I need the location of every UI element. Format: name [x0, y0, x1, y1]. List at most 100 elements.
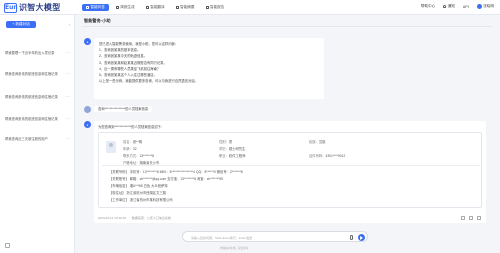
- answer-message: 为您查询到*************的人员档案信息如下： 姓名：张**明 性别：…: [94, 121, 486, 223]
- more-icon[interactable]: ···: [65, 94, 70, 99]
- answer-time: 2024-05-12 10:30:28: [98, 216, 126, 220]
- field-value: 4301****9012: [325, 154, 346, 158]
- field-key: 年龄：: [123, 147, 133, 151]
- bot-avatar: ●: [84, 38, 91, 45]
- page-title: 智能警务·小助: [84, 18, 111, 24]
- field-key: 姓名：: [123, 140, 133, 144]
- more-icon[interactable]: ···: [65, 136, 70, 141]
- top-bar: Eun 识智大模型 智能问答 简报生成 智能翻译 智能摘要 智能报告 帮助中心 …: [0, 0, 500, 15]
- answer-source: 数据来源：公安人口信息系统: [131, 216, 171, 220]
- info-row: 【关联号码】 手机号：13********8 IMEI：8***********…: [109, 170, 243, 174]
- history-text: 帮我查询张伟的航班信息和住宿记录: [5, 72, 58, 76]
- field-key: 职业：: [219, 154, 229, 158]
- intro-message: 您已进入智能警务使用，我是小助，您可以这样问我： 1、查询张某某的基本信息。 2…: [94, 38, 324, 99]
- field-sex: 性别：男: [219, 139, 232, 144]
- copy-icon[interactable]: [461, 216, 465, 220]
- history-text: 帮我整理一下近半年的出入境记录: [5, 51, 55, 55]
- user-question: 查询****************的人员档案信息: [94, 106, 153, 112]
- profile-photo: [106, 141, 116, 153]
- history-item[interactable]: 帮我查询张伟的航班信息和住宿记录 ···: [5, 94, 70, 99]
- field-value: 男: [228, 140, 233, 144]
- divider: [102, 165, 480, 166]
- top-tabs: 智能问答 简报生成 智能翻译 智能摘要 智能报告: [82, 4, 228, 11]
- settings-icon[interactable]: [5, 243, 10, 248]
- info-row: 【关联账号】 邮箱：zh*******@qq.com 支付宝：13*******…: [109, 177, 224, 181]
- field-value: 汉族: [318, 140, 326, 144]
- doc-icon: [115, 6, 119, 9]
- divider: [82, 26, 492, 27]
- user-avatar: [84, 106, 91, 113]
- more-icon[interactable]: ···: [65, 116, 70, 121]
- history-item[interactable]: 帮我查询张伟的航班信息和住宿记录 ···: [5, 116, 70, 121]
- field-value: 软件工程师: [228, 154, 246, 158]
- field-edu: 学历：硕士研究生: [219, 146, 245, 151]
- field-value: 硕士研究生: [228, 147, 246, 151]
- field-key: 性别：: [219, 140, 229, 144]
- tab-label: 简报生成: [120, 5, 135, 9]
- collapse-icon[interactable]: ‹: [69, 22, 70, 27]
- answer-meta: 2024-05-12 10:30:28 数据来源：公安人口信息系统: [98, 216, 171, 220]
- bell-icon: [443, 4, 447, 9]
- more-icon[interactable]: ···: [65, 50, 70, 55]
- field-key: 联系方式：: [123, 154, 140, 158]
- tab-summary[interactable]: 智能摘要: [172, 4, 199, 11]
- field-idno: 证件号码：4301****9012: [309, 153, 345, 158]
- intro-closing: 以上是一些示例，我能提供更多查询，可以与我进行自然语言对话。: [99, 79, 198, 84]
- field-key: 民族：: [309, 140, 319, 144]
- field-phone: 联系方式：13*******8: [123, 153, 154, 158]
- field-value: 13*******8: [139, 154, 154, 158]
- tab-label: 智能摘要: [180, 5, 195, 9]
- chat-input[interactable]: 请输入您的问题，Shift+Enter换行，Enter发送: [182, 231, 368, 242]
- tab-label: 智能报告: [210, 5, 225, 9]
- field-key: 学历：: [219, 147, 229, 151]
- tab-label: 智能翻译: [150, 5, 165, 9]
- tab-label: 智能问答: [90, 5, 105, 9]
- profile-card: 姓名：张**明 性别：男 民族：汉族 年龄：32 学历：硕士研究生 联系方式：1…: [98, 132, 482, 208]
- page-title-text: 智能警务·小助: [84, 18, 111, 23]
- history-text: 帮我查询张伟的航班信息和住宿记录: [5, 95, 58, 99]
- info-row: 【现住址】 浙江省杭州市西湖区文三路: [109, 191, 166, 195]
- bot-avatar: ●: [84, 121, 91, 128]
- sidebar: + 新建对话 ‹ 帮我整理一下近半年的出入境记录 ··· 帮我查询张伟的航班信息和…: [0, 15, 75, 253]
- notices-link[interactable]: 通知: [443, 4, 455, 9]
- field-key: 证件号码：: [309, 154, 326, 158]
- logo-mark: Eun: [4, 2, 18, 13]
- app-title: 识智大模型: [19, 3, 61, 12]
- history-text: 帮我查询张伟的航班信息和住宿记录: [5, 117, 58, 121]
- send-button[interactable]: [358, 234, 365, 241]
- tab-report[interactable]: 智能报告: [202, 4, 229, 11]
- answer-actions: [461, 216, 481, 220]
- user-menu[interactable]: 张晓明: [476, 4, 494, 9]
- tab-qa[interactable]: 智能问答: [82, 4, 109, 11]
- chat-icon: [86, 6, 89, 9]
- thumbs-down-icon[interactable]: [477, 216, 481, 220]
- answer-head: 为您查询到*************的人员档案信息如下：: [98, 125, 165, 129]
- history-item[interactable]: 帮我查询张伟的航班信息和住宿记录 ···: [5, 71, 70, 76]
- history-text: 帮我查询近三天新注册的用户: [5, 137, 48, 141]
- new-chat-button[interactable]: + 新建对话: [6, 21, 36, 28]
- report-icon: [205, 6, 209, 9]
- field-nation: 民族：汉族: [309, 139, 325, 144]
- help-link[interactable]: 帮助中心: [421, 4, 435, 9]
- history-item[interactable]: 帮我查询近三天新注册的用户 ···: [5, 136, 70, 141]
- summary-icon: [175, 6, 179, 9]
- tab-translate[interactable]: 智能翻译: [142, 4, 169, 11]
- more-icon[interactable]: ···: [65, 71, 70, 76]
- field-age: 年龄：32: [123, 146, 137, 151]
- thumbs-up-icon[interactable]: [469, 216, 473, 220]
- microphone-icon[interactable]: [350, 235, 353, 240]
- top-right: 帮助中心 通知 API 张晓明: [421, 4, 494, 9]
- notices-label: 通知: [447, 4, 455, 8]
- input-placeholder: 请输入您的问题，Shift+Enter换行，Enter发送: [191, 235, 253, 240]
- footer-note: 内容由AI生成，仅供参考: [220, 247, 249, 250]
- field-job: 职业：软件工程师: [219, 153, 245, 158]
- tab-brief[interactable]: 简报生成: [112, 4, 139, 11]
- avatar: [476, 4, 482, 9]
- history-item[interactable]: 帮我整理一下近半年的出入境记录 ···: [5, 50, 70, 55]
- api-link[interactable]: API: [463, 5, 469, 9]
- info-row: 【车辆信息】 湘A***88 白色 大众帕萨特: [109, 184, 168, 188]
- field-value: 张**明: [132, 140, 143, 144]
- translate-icon: [145, 6, 149, 9]
- app-logo[interactable]: Eun 识智大模型: [4, 2, 61, 13]
- field-value: 32: [132, 147, 137, 151]
